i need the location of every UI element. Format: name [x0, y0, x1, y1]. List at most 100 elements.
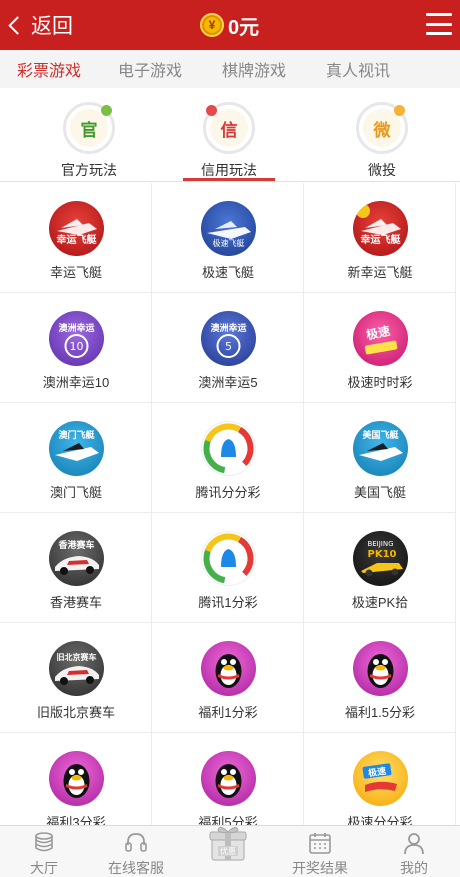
game-label: 极速时时彩	[347, 375, 413, 390]
aus-lucky-10-icon: 澳洲幸运 10	[49, 311, 104, 366]
svg-text:10: 10	[70, 340, 84, 353]
svg-text:美国飞艇: 美国飞艇	[362, 429, 399, 441]
tencent-icon	[201, 421, 256, 476]
game-label: 新幸运飞艇	[347, 265, 413, 280]
boat-blue-icon: 极速飞艇	[201, 201, 256, 256]
svg-text:极速: 极速	[365, 323, 392, 343]
game-tencent-minute[interactable]: 腾讯分分彩	[152, 403, 304, 513]
coin-icon: ¥	[200, 13, 224, 37]
qq-penguin-icon	[353, 641, 408, 696]
nav-label: 在线客服	[108, 860, 164, 876]
game-welfare-1min[interactable]: 福利1分彩	[152, 623, 304, 733]
tab-chess-cards[interactable]: 棋牌游戏	[202, 57, 306, 81]
tab-lottery[interactable]: 彩票游戏	[0, 57, 98, 81]
game-lucky-boat[interactable]: 幸运飞艇 幸运飞艇	[0, 183, 152, 293]
micro-icon: 微	[356, 102, 408, 154]
headset-icon	[125, 833, 147, 852]
old-beijing-racecar-icon: 旧北京赛车	[49, 641, 104, 696]
game-new-lucky-boat[interactable]: 幸运飞艇 新幸运飞艇	[304, 183, 456, 293]
game-label: 福利1.5分彩	[344, 705, 416, 720]
game-hk-racecar[interactable]: 香港赛车 香港赛车	[0, 513, 152, 623]
mode-label-credit: 信用玩法	[201, 162, 257, 178]
active-tab-underline	[183, 178, 275, 181]
svg-text:极速飞艇: 极速飞艇	[213, 238, 245, 248]
nav-label: 我的	[400, 860, 428, 876]
credit-icon: 信	[203, 102, 255, 154]
app-root: 返回 ¥ 0元 彩票游戏 电子游戏 棋牌游戏 真人视讯 官 官方玩法 信 信用玩…	[0, 0, 460, 877]
game-label: 澳洲幸运10	[42, 375, 110, 390]
svg-text:优惠: 优惠	[220, 846, 236, 856]
game-label: 极速飞艇	[201, 265, 254, 280]
balance-amount: 0元	[228, 16, 260, 39]
tencent-icon	[201, 531, 256, 586]
game-label: 澳洲幸运5	[198, 375, 258, 390]
coins-icon	[35, 832, 53, 852]
game-speed-pk10[interactable]: BEIJING PK10 极速PK拾	[304, 513, 456, 623]
tab-live-video[interactable]: 真人视讯	[306, 57, 410, 81]
game-aus-lucky-5[interactable]: 澳洲幸运 5 澳洲幸运5	[152, 293, 304, 403]
boat-red-new-icon: 幸运飞艇	[353, 201, 408, 256]
svg-text:BEIJING: BEIJING	[367, 540, 393, 548]
svg-text:澳门飞艇: 澳门飞艇	[58, 429, 95, 441]
user-icon	[404, 833, 424, 855]
game-label: 澳门飞艇	[49, 485, 102, 500]
nav-label: 开奖结果	[292, 860, 348, 876]
balance-display: ¥ 0元	[200, 0, 259, 50]
game-label: 美国飞艇	[353, 485, 406, 500]
menu-icon[interactable]	[426, 13, 452, 35]
mode-tab-official[interactable]: 官 官方玩法	[29, 88, 149, 182]
mode-label-official: 官方玩法	[61, 162, 117, 178]
game-speed-boat[interactable]: 极速飞艇 极速飞艇	[152, 183, 304, 293]
category-tabs: 彩票游戏 电子游戏 棋牌游戏 真人视讯	[0, 50, 460, 88]
hk-racecar-icon: 香港赛车	[49, 531, 104, 586]
status-dot	[101, 105, 112, 116]
top-header: 返回 ¥ 0元	[0, 0, 460, 50]
game-label: 幸运飞艇	[49, 265, 102, 280]
chevron-left-icon	[8, 15, 27, 35]
svg-text:澳洲幸运: 澳洲幸运	[210, 322, 247, 334]
nav-results[interactable]: 开奖结果	[272, 826, 368, 877]
macau-boat-icon: 澳门飞艇	[49, 421, 104, 476]
nav-mine[interactable]: 我的	[368, 826, 460, 877]
official-icon: 官	[63, 102, 115, 154]
svg-text:旧北京赛车: 旧北京赛车	[57, 652, 97, 662]
back-label: 返回	[31, 15, 73, 38]
game-aus-lucky-10[interactable]: 澳洲幸运 10 澳洲幸运10	[0, 293, 152, 403]
qq-penguin-icon	[49, 751, 104, 806]
mode-tab-micro[interactable]: 微 微投	[322, 88, 442, 182]
game-label: 腾讯分分彩	[195, 485, 261, 500]
game-usa-boat[interactable]: 美国飞艇 美国飞艇	[304, 403, 456, 513]
game-tencent-1min[interactable]: 腾讯1分彩	[152, 513, 304, 623]
qq-penguin-icon	[201, 641, 256, 696]
game-welfare-1-5min[interactable]: 福利1.5分彩	[304, 623, 456, 733]
svg-text:PK10: PK10	[368, 549, 397, 560]
nav-lobby[interactable]: 大厅	[0, 826, 88, 877]
gift-icon: 优惠	[209, 826, 247, 861]
boat-red-icon: 幸运飞艇	[49, 201, 104, 256]
tab-electronic[interactable]: 电子游戏	[98, 57, 202, 81]
status-dot	[206, 105, 217, 116]
svg-text:澳洲幸运: 澳洲幸运	[58, 322, 95, 334]
speed-lottery-icon: 极速	[353, 311, 408, 366]
usa-boat-icon: 美国飞艇	[353, 421, 408, 476]
game-old-beijing-racecar[interactable]: 旧北京赛车 旧版北京赛车	[0, 623, 152, 733]
bottom-nav: 大厅 在线客服 优惠 开奖结果 我的	[0, 825, 460, 877]
game-speed-lottery[interactable]: 极速 极速时时彩	[304, 293, 456, 403]
nav-promotions[interactable]: 优惠	[184, 826, 272, 877]
micro-glyph: 微	[373, 120, 391, 140]
mode-tab-credit[interactable]: 信 信用玩法	[169, 88, 289, 182]
nav-customer-service[interactable]: 在线客服	[88, 826, 184, 877]
svg-text:幸运飞艇: 幸运飞艇	[57, 233, 98, 246]
game-label: 旧版北京赛车	[36, 705, 115, 720]
back-button[interactable]: 返回	[6, 0, 73, 50]
game-label: 福利1分彩	[198, 705, 258, 720]
game-label: 腾讯1分彩	[198, 595, 258, 610]
game-macau-boat[interactable]: 澳门飞艇 澳门飞艇	[0, 403, 152, 513]
svg-text:香港赛车: 香港赛车	[57, 539, 94, 551]
beijing-pk10-icon: BEIJING PK10	[353, 531, 408, 586]
mode-tabs: 官 官方玩法 信 信用玩法 微 微投	[0, 88, 460, 182]
credit-glyph: 信	[220, 120, 238, 140]
game-label: 香港赛车	[49, 595, 102, 610]
qq-penguin-icon	[201, 751, 256, 806]
svg-text:5: 5	[225, 340, 232, 353]
